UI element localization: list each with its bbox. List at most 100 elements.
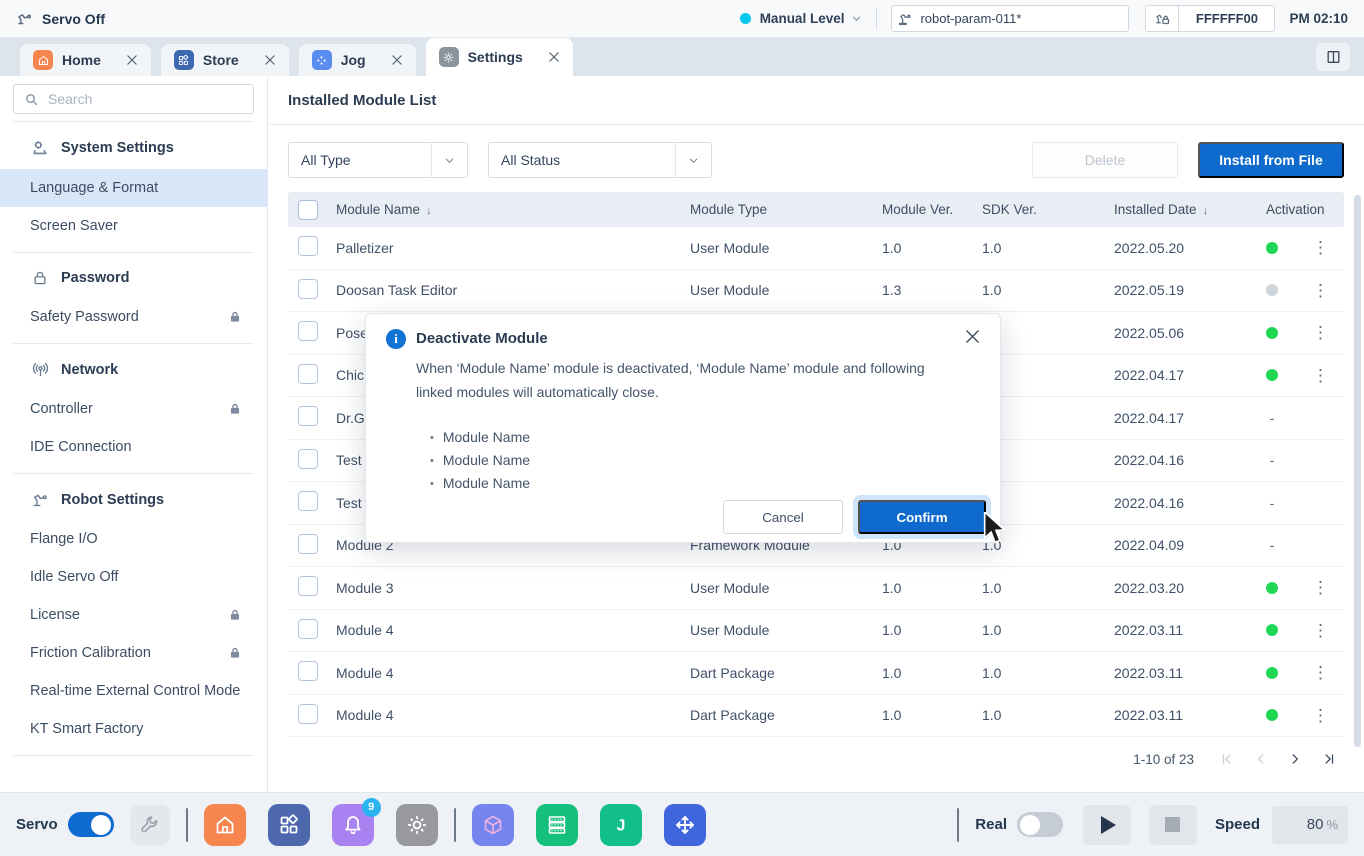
- search-input[interactable]: Search: [13, 84, 254, 114]
- play-button[interactable]: [1082, 804, 1131, 845]
- tab-home[interactable]: Home: [20, 44, 151, 76]
- no-activation-dash: -: [1269, 409, 1275, 426]
- last-page-icon[interactable]: [1314, 746, 1344, 772]
- robot-status-icon: [16, 10, 34, 28]
- row-checkbox[interactable]: [298, 406, 318, 427]
- sidebar-item-safety-password[interactable]: Safety Password: [0, 298, 267, 336]
- first-page-icon[interactable]: [1212, 746, 1242, 772]
- move-tool-button[interactable]: [663, 803, 706, 846]
- dart-ide-button[interactable]: J: [599, 803, 642, 846]
- apps-shortcut-button[interactable]: [267, 803, 310, 846]
- io-monitor-button[interactable]: [535, 803, 578, 846]
- speed-label: Speed: [1214, 816, 1260, 833]
- close-icon[interactable]: [965, 329, 980, 344]
- cell-activation: ⋮: [1254, 282, 1344, 299]
- delete-button[interactable]: Delete: [1032, 142, 1178, 178]
- status-filter-select[interactable]: All Status: [488, 142, 712, 178]
- chevron-down-icon[interactable]: [851, 13, 862, 24]
- close-icon[interactable]: [548, 51, 560, 63]
- cell-module-name: Module 4: [336, 707, 394, 724]
- cancel-button[interactable]: Cancel: [723, 500, 843, 534]
- row-checkbox[interactable]: [298, 661, 318, 682]
- close-icon[interactable]: [391, 54, 403, 66]
- robot-lock-icon[interactable]: [1145, 5, 1180, 32]
- sidebar-item-license[interactable]: License: [0, 596, 267, 634]
- settings-shortcut-button[interactable]: [395, 803, 438, 846]
- sidebar-section: Network Controller IDE Connection: [13, 344, 254, 474]
- sidebar-item-real-time-external-control-mode[interactable]: Real-time External Control Mode: [0, 672, 267, 710]
- col-installed-date[interactable]: Installed Date ↓: [1114, 202, 1254, 217]
- row-menu-icon[interactable]: ⋮: [1312, 622, 1329, 639]
- vertical-scrollbar[interactable]: [1354, 195, 1361, 747]
- install-from-file-button[interactable]: Install from File: [1198, 142, 1344, 178]
- sidebar-item-ide-connection[interactable]: IDE Connection: [0, 428, 267, 466]
- cell-installed-date: 2022.05.20: [1114, 239, 1185, 256]
- tab-store[interactable]: Store: [160, 44, 289, 76]
- filter-row: All Type All Status Delete Install from …: [288, 142, 1344, 178]
- section-title-label: Network: [61, 361, 119, 378]
- row-menu-icon[interactable]: ⋮: [1312, 707, 1329, 724]
- sidebar-section: System Settings Language & Format Screen S…: [0, 122, 267, 253]
- sidebar-item-controller[interactable]: Controller: [0, 390, 267, 428]
- stop-button[interactable]: [1148, 804, 1197, 845]
- notifications-button[interactable]: 9: [331, 797, 381, 846]
- real-toggle[interactable]: [1016, 812, 1063, 837]
- row-checkbox[interactable]: [298, 703, 318, 724]
- row-checkbox[interactable]: [298, 576, 318, 597]
- row-checkbox[interactable]: [298, 533, 318, 554]
- close-icon[interactable]: [126, 54, 138, 66]
- table-header: Module Name ↓ Module Type Module Ver. SDK…: [288, 192, 1344, 227]
- wrench-icon[interactable]: [129, 804, 170, 845]
- col-module-name[interactable]: Module Name ↓: [336, 202, 690, 217]
- row-checkbox[interactable]: [298, 448, 318, 469]
- row-menu-icon[interactable]: ⋮: [1312, 282, 1329, 299]
- row-checkbox[interactable]: [298, 491, 318, 512]
- row-menu-icon[interactable]: ⋮: [1312, 664, 1329, 681]
- hex-id-field[interactable]: FFFFFF00: [1179, 5, 1276, 32]
- row-checkbox-cell: [288, 278, 336, 302]
- home-shortcut-button[interactable]: [203, 803, 246, 846]
- row-checkbox[interactable]: [298, 236, 318, 257]
- sidebar-item-label: KT Smart Factory: [30, 721, 144, 737]
- close-icon[interactable]: [264, 54, 276, 66]
- sidebar-item-friction-calibration[interactable]: Friction Calibration: [0, 634, 267, 672]
- row-checkbox-cell: [288, 661, 336, 684]
- row-menu-icon[interactable]: ⋮: [1312, 367, 1329, 384]
- sidebar-item-screen-saver[interactable]: Screen Saver: [0, 207, 267, 245]
- cell-module-type: User Module: [690, 239, 770, 256]
- sidebar-item-flange-i-o[interactable]: Flange I/O: [0, 520, 267, 558]
- table-row: Module 4 Dart Package 1.0 1.0 2022.03.11 ⋮: [288, 695, 1344, 737]
- sidebar-section: Robot Settings Flange I/O Idle Servo Off Li…: [13, 474, 254, 756]
- split-view-icon[interactable]: [1316, 43, 1350, 71]
- row-checkbox[interactable]: [298, 363, 318, 384]
- row-menu-icon[interactable]: ⋮: [1312, 239, 1329, 256]
- prev-page-icon[interactable]: [1246, 746, 1276, 772]
- row-checkbox[interactable]: [298, 321, 318, 342]
- next-page-icon[interactable]: [1280, 746, 1310, 772]
- type-filter-select[interactable]: All Type: [288, 142, 468, 178]
- tab-settings[interactable]: Settings: [425, 38, 573, 76]
- row-menu-icon[interactable]: ⋮: [1312, 579, 1329, 596]
- notification-badge: 9: [361, 797, 381, 817]
- select-all-checkbox[interactable]: [298, 199, 318, 220]
- sidebar-item-kt-smart-factory[interactable]: KT Smart Factory: [0, 710, 267, 748]
- row-checkbox[interactable]: [298, 278, 318, 299]
- lock-icon: [228, 646, 242, 660]
- sidebar-item-label: License: [30, 607, 80, 623]
- tab-jog[interactable]: Jog: [298, 44, 416, 76]
- cell-sdk-ver: 1.0: [982, 622, 1002, 639]
- linked-module-item: Module Name: [430, 449, 530, 472]
- section-title-label: Robot Settings: [61, 491, 165, 508]
- row-checkbox[interactable]: [298, 618, 318, 639]
- col-module-ver: Module Ver.: [882, 202, 954, 217]
- servo-toggle[interactable]: [67, 812, 114, 837]
- simulator-button[interactable]: [471, 803, 514, 846]
- confirm-button[interactable]: Confirm: [858, 500, 986, 534]
- search-icon: [24, 92, 39, 107]
- sidebar-item-idle-servo-off[interactable]: Idle Servo Off: [0, 558, 267, 596]
- speed-value-box[interactable]: 80 %: [1272, 805, 1348, 844]
- sidebar-item-language-format[interactable]: Language & Format: [0, 169, 267, 207]
- mode-label[interactable]: Manual Level: [760, 11, 845, 26]
- robot-param-field[interactable]: robot-param-011*: [891, 5, 1130, 32]
- row-menu-icon[interactable]: ⋮: [1312, 324, 1329, 341]
